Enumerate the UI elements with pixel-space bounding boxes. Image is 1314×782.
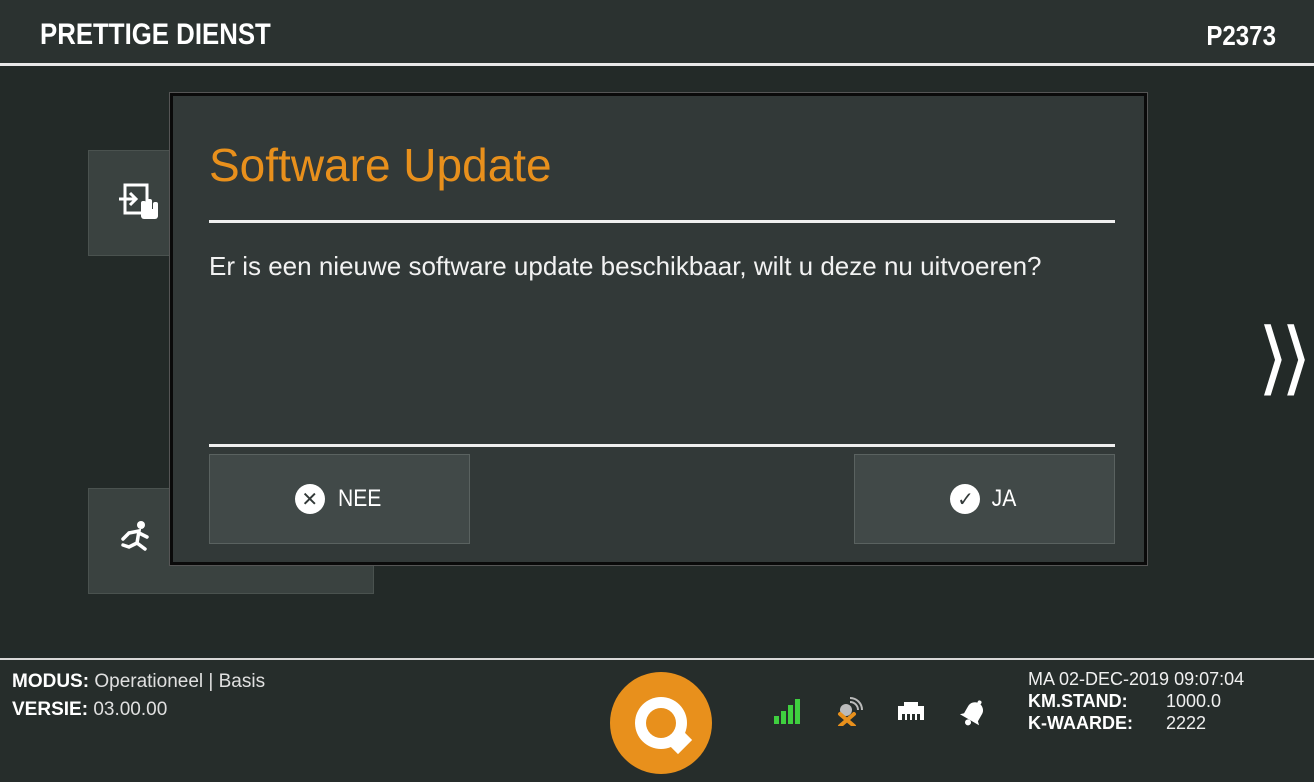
check-circle-icon: ✓ [950,484,981,514]
close-circle-icon: ✕ [294,484,325,514]
kw-value: 2222 [1166,713,1207,733]
kw-key: K-WAARDE: [1028,713,1133,733]
status-footer: MODUS: Operationeel | Basis VERSIE: 03.0… [0,658,1314,782]
versie-value: 03.00.00 [93,699,168,720]
km-key: KM.STAND: [1028,691,1128,711]
login-hand-icon [117,179,161,228]
km-value: 1000.0 [1166,691,1222,711]
no-button[interactable]: ✕ NEE [209,454,470,544]
page-title: PRETTIGE DIENST [40,18,271,51]
signal-bars-icon [772,696,802,726]
mode-info: MODUS: Operationeel | Basis VERSIE: 03.0… [12,668,265,724]
bell-icon [958,696,988,726]
status-icons [772,696,988,728]
network-port-icon [896,696,926,726]
vehicle-info: MA 02-DEC-2019 09:07:04 KM.STAND: 1000.0 … [1028,668,1244,734]
brand-logo[interactable] [610,672,712,774]
gps-disconnected-icon [834,696,864,728]
dialog-divider-bottom [209,444,1115,447]
yes-button[interactable]: ✓ JA [854,454,1115,544]
versie-key: VERSIE: [12,699,89,720]
yes-button-label: JA [992,485,1017,512]
datetime: MA 02-DEC-2019 09:07:04 [1028,669,1245,689]
dialog-message: Er is een nieuwe software update beschik… [209,251,1042,281]
running-person-icon [115,519,155,564]
dialog-divider-top [209,220,1115,223]
double-chevron-right-icon[interactable]: ⟩⟩ [1258,318,1312,398]
dialog-title: Software Update [209,139,552,191]
modus-value: Operationeel | Basis [94,671,266,692]
no-button-label: NEE [337,485,382,512]
vehicle-code: P2373 [1206,20,1276,51]
header-bar: PRETTIGE DIENST P2373 [0,0,1314,66]
modus-key: MODUS: [12,671,90,692]
software-update-dialog: Software Update Er is een nieuwe softwar… [170,93,1147,565]
